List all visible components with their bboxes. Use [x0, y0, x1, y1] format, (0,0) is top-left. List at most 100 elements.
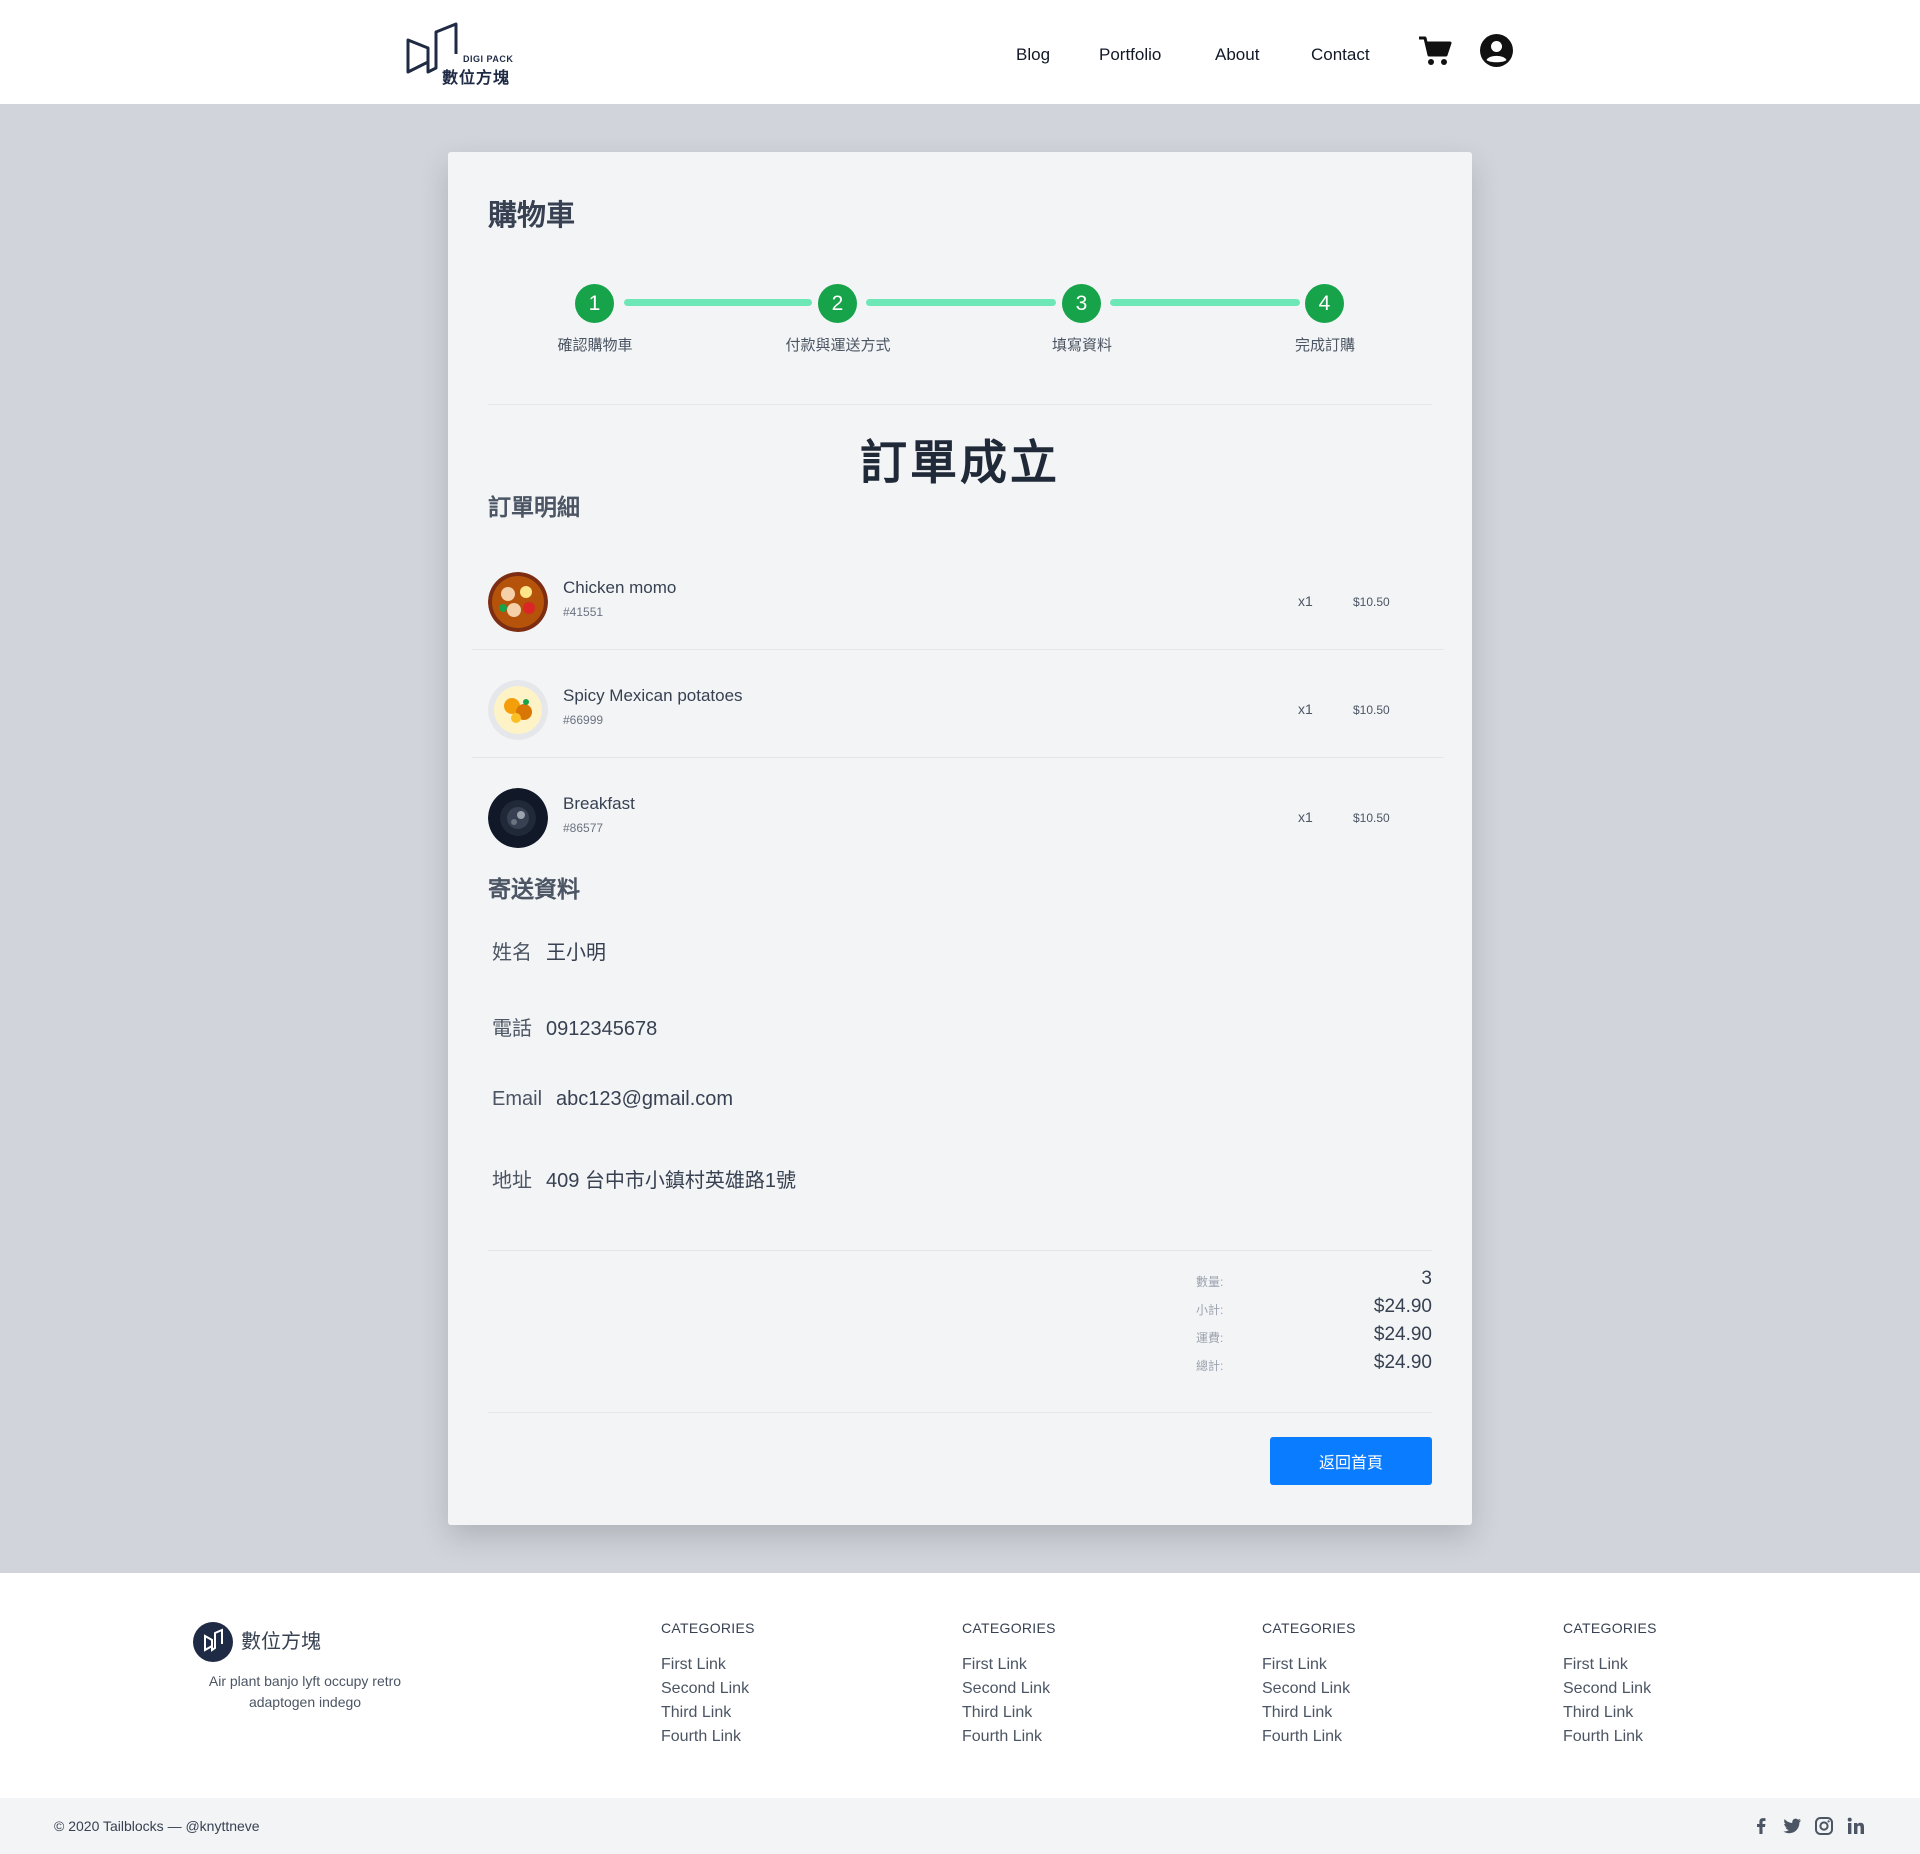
footer-column: CATEGORIES First Link Second Link Third …	[1262, 1620, 1356, 1749]
back-home-button[interactable]: 返回首頁	[1270, 1437, 1432, 1485]
order-item: Spicy Mexican potatoes #66999 x1 $10.50	[472, 650, 1444, 758]
order-item: Breakfast #86577 x1 $10.50	[472, 758, 1444, 866]
phone-value: 0912345678	[546, 1018, 658, 1040]
shipping-phone-row: 電話 0912345678	[492, 1012, 657, 1041]
footer-column: CATEGORIES First Link Second Link Third …	[962, 1620, 1056, 1749]
shipping-title: 寄送資料	[488, 876, 580, 902]
step-connector	[624, 299, 812, 306]
item-quantity: x1	[1298, 809, 1313, 825]
divider	[488, 1250, 1432, 1251]
shipping-address-row: 地址 409 台中市小鎮村英雄路1號	[492, 1164, 796, 1193]
footer-column-title: CATEGORIES	[962, 1620, 1056, 1636]
footer-link[interactable]: Second Link	[1563, 1677, 1657, 1701]
footer-link[interactable]: Fourth Link	[661, 1725, 755, 1749]
footer-link[interactable]: Second Link	[1262, 1677, 1356, 1701]
item-code: #86577	[563, 821, 604, 835]
main-area: 購物車 1 2 3 4 確認購物車 付款與運送方式 填寫資料 完成訂購 訂單成立…	[0, 104, 1920, 1573]
footer-column: CATEGORIES First Link Second Link Third …	[1563, 1620, 1657, 1749]
item-price: $10.50	[1353, 595, 1390, 609]
instagram-icon[interactable]	[1813, 1815, 1835, 1837]
step-1-label: 確認購物車	[557, 337, 633, 354]
cart-card: 購物車 1 2 3 4 確認購物車 付款與運送方式 填寫資料 完成訂購 訂單成立…	[448, 152, 1472, 1525]
summary-shipping-row: 運費: $24.90	[1196, 1322, 1432, 1346]
footer-link[interactable]: Third Link	[1262, 1701, 1356, 1725]
step-connector	[866, 299, 1056, 306]
copyright-text: © 2020 Tailblocks — @knyttneve	[54, 1818, 260, 1834]
summary-value: $24.90	[1373, 1324, 1432, 1345]
summary-value: $24.90	[1373, 1296, 1432, 1317]
footer-link[interactable]: Second Link	[962, 1677, 1056, 1701]
summary-label: 運費:	[1196, 1331, 1224, 1345]
footer-link[interactable]: Third Link	[1563, 1701, 1657, 1725]
footer-bottom-bar: © 2020 Tailblocks — @knyttneve	[0, 1798, 1920, 1854]
step-3-label: 填寫資料	[1051, 337, 1112, 354]
item-code: #41551	[563, 605, 604, 619]
item-price: $10.50	[1353, 703, 1390, 717]
order-success-heading: 訂單成立	[860, 436, 1060, 489]
address-value: 409 台中市小鎮村英雄路1號	[546, 1170, 797, 1192]
brand-logo[interactable]: DIGI PACK 數位方塊	[406, 20, 518, 87]
shopping-cart-icon[interactable]	[1418, 36, 1452, 66]
card-title: 購物車	[488, 200, 576, 232]
facebook-icon[interactable]	[1750, 1815, 1772, 1837]
summary-label: 小計:	[1196, 1303, 1224, 1317]
item-thumbnail	[488, 680, 548, 740]
footer-link[interactable]: Fourth Link	[1563, 1725, 1657, 1749]
footer-brand: 數位方塊	[241, 1631, 321, 1653]
footer-link[interactable]: Fourth Link	[1262, 1725, 1356, 1749]
item-thumbnail	[488, 572, 548, 632]
summary-subtotal-row: 小計: $24.90	[1196, 1294, 1432, 1318]
email-value: abc123@gmail.com	[556, 1088, 734, 1110]
email-label: Email	[492, 1088, 543, 1110]
footer-link[interactable]: First Link	[962, 1653, 1056, 1677]
summary-value: $24.90	[1373, 1352, 1432, 1373]
step-2-circle: 2	[818, 284, 857, 323]
linkedin-icon[interactable]	[1845, 1815, 1867, 1837]
order-details-title: 訂單明細	[488, 494, 580, 520]
footer-link[interactable]: First Link	[1563, 1653, 1657, 1677]
summary-quantity-row: 數量: 3	[1196, 1266, 1432, 1290]
step-connector	[1110, 299, 1300, 306]
footer-link[interactable]: First Link	[661, 1653, 755, 1677]
footer-link[interactable]: Third Link	[962, 1701, 1056, 1725]
user-circle-icon[interactable]	[1480, 34, 1513, 67]
nav-blog[interactable]: Blog	[1016, 45, 1050, 65]
item-thumbnail	[488, 788, 548, 848]
twitter-icon[interactable]	[1781, 1815, 1803, 1837]
footer-logo-icon[interactable]	[193, 1622, 233, 1662]
footer-description: Air plant banjo lyft occupy retro adapto…	[208, 1673, 402, 1710]
site-footer: 數位方塊 Air plant banjo lyft occupy retro a…	[0, 1573, 1920, 1798]
name-value: 王小明	[546, 942, 606, 964]
footer-column-title: CATEGORIES	[1262, 1620, 1356, 1636]
address-label: 地址	[492, 1170, 532, 1192]
item-quantity: x1	[1298, 701, 1313, 717]
item-name: Spicy Mexican potatoes	[563, 686, 743, 705]
summary-total-row: 總計: $24.90	[1196, 1350, 1432, 1374]
item-price: $10.50	[1353, 811, 1390, 825]
summary-label: 總計:	[1196, 1359, 1224, 1373]
step-3-circle: 3	[1062, 284, 1101, 323]
brand-name-zh: 數位方塊	[442, 70, 511, 87]
step-1-circle: 1	[575, 284, 614, 323]
divider	[488, 1412, 1432, 1413]
item-code: #66999	[563, 713, 604, 727]
shipping-name-row: 姓名 王小明	[492, 936, 606, 965]
item-name: Chicken momo	[563, 578, 677, 597]
footer-link[interactable]: Second Link	[661, 1677, 755, 1701]
divider	[488, 404, 1432, 405]
item-quantity: x1	[1298, 593, 1313, 609]
footer-link[interactable]: Third Link	[661, 1701, 755, 1725]
footer-column-title: CATEGORIES	[661, 1620, 755, 1636]
item-name: Breakfast	[563, 794, 635, 813]
phone-label: 電話	[492, 1018, 532, 1040]
step-4-label: 完成訂購	[1294, 337, 1355, 354]
name-label: 姓名	[492, 942, 532, 964]
nav-portfolio[interactable]: Portfolio	[1099, 45, 1161, 65]
step-4-circle: 4	[1305, 284, 1344, 323]
site-header: DIGI PACK 數位方塊 Blog Portfolio About Cont…	[0, 0, 1920, 104]
summary-value: 3	[1421, 1268, 1432, 1289]
nav-about[interactable]: About	[1215, 45, 1259, 65]
footer-link[interactable]: First Link	[1262, 1653, 1356, 1677]
footer-link[interactable]: Fourth Link	[962, 1725, 1056, 1749]
nav-contact[interactable]: Contact	[1311, 45, 1370, 65]
